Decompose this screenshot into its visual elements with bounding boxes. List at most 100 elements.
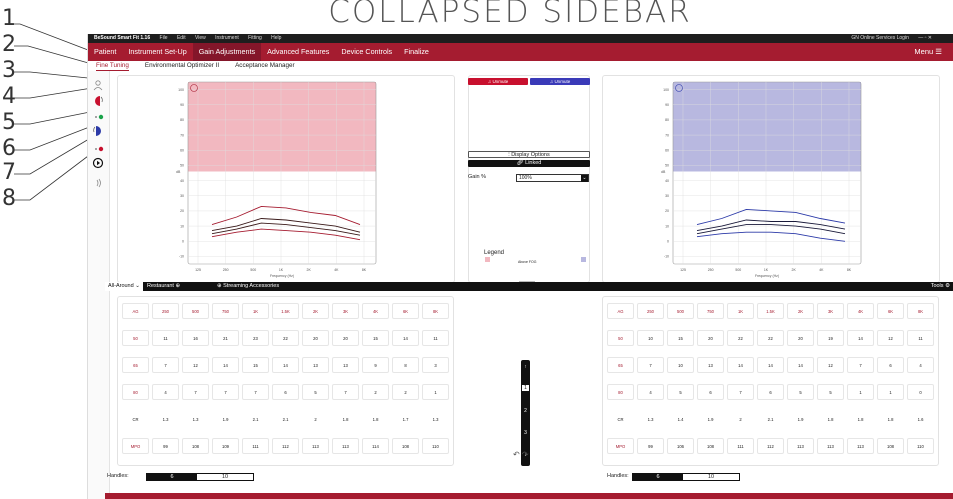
gain-cell[interactable]: 7 bbox=[152, 357, 179, 373]
menu-help[interactable]: Help bbox=[271, 35, 281, 41]
streaming-accessories[interactable]: ⊕ Streaming Accessories bbox=[217, 282, 279, 291]
row-label-cell[interactable]: 65 bbox=[607, 357, 634, 373]
gain-cell[interactable]: 113 bbox=[332, 438, 359, 454]
gain-cell[interactable]: 20 bbox=[302, 330, 329, 346]
gain-cell[interactable]: 21 bbox=[212, 330, 239, 346]
gain-cell[interactable]: 99 bbox=[637, 438, 664, 454]
level-2[interactable]: 2 bbox=[521, 408, 530, 414]
frequency-header-cell[interactable]: 3K bbox=[817, 303, 844, 319]
tab-device-controls[interactable]: Device Controls bbox=[335, 43, 398, 61]
frequency-header-cell[interactable]: 6K bbox=[877, 303, 904, 319]
gain-cell[interactable]: 113 bbox=[302, 438, 329, 454]
arrow-up-icon[interactable]: ↑ bbox=[521, 364, 530, 370]
menu-file[interactable]: File bbox=[160, 35, 168, 41]
frequency-header-cell[interactable]: 500 bbox=[182, 303, 209, 319]
program-restaurant[interactable]: Restaurant ⊕ bbox=[147, 282, 180, 291]
row-label-cell[interactable]: 65 bbox=[122, 357, 149, 373]
gain-cell[interactable]: 1 bbox=[877, 384, 904, 400]
gain-cell[interactable]: 22 bbox=[757, 330, 784, 346]
handles-slider-right[interactable]: 6 10 bbox=[632, 473, 740, 481]
program-all-around[interactable]: All-Around ⌄ bbox=[105, 282, 143, 291]
frequency-header-cell[interactable]: AG bbox=[607, 303, 634, 319]
gain-cell[interactable]: 10 bbox=[667, 357, 694, 373]
menu-edit[interactable]: Edit bbox=[177, 35, 186, 41]
gain-cell[interactable]: 14 bbox=[847, 330, 874, 346]
row-label-cell[interactable]: 80 bbox=[607, 384, 634, 400]
gain-cell[interactable]: 109 bbox=[212, 438, 239, 454]
gain-cell[interactable]: 14 bbox=[727, 357, 754, 373]
gain-cell[interactable]: 12 bbox=[877, 330, 904, 346]
gain-cell[interactable]: 10 bbox=[637, 330, 664, 346]
right-ear-icon[interactable] bbox=[92, 125, 104, 137]
gain-cell[interactable]: 14 bbox=[787, 357, 814, 373]
gain-cell[interactable]: 108 bbox=[877, 438, 904, 454]
gain-cell[interactable]: 9 bbox=[362, 357, 389, 373]
person-icon[interactable] bbox=[92, 79, 104, 91]
gain-cell[interactable]: 5 bbox=[787, 384, 814, 400]
frequency-header-cell[interactable]: 6K bbox=[392, 303, 419, 319]
gain-cell[interactable]: 4 bbox=[152, 384, 179, 400]
gain-cell[interactable]: 7 bbox=[727, 384, 754, 400]
frequency-header-cell[interactable]: 750 bbox=[212, 303, 239, 319]
gain-cell[interactable]: 113 bbox=[817, 438, 844, 454]
gain-cell[interactable]: 14 bbox=[212, 357, 239, 373]
tools-button[interactable]: Tools ⚙ bbox=[931, 282, 950, 291]
display-options-button[interactable]: ⫶ Display Options bbox=[468, 151, 590, 158]
gain-cell[interactable]: 108 bbox=[697, 438, 724, 454]
gain-cell[interactable]: 14 bbox=[757, 357, 784, 373]
gain-cell[interactable]: 13 bbox=[697, 357, 724, 373]
gain-cell[interactable]: 15 bbox=[667, 330, 694, 346]
frequency-header-cell[interactable]: 8K bbox=[907, 303, 934, 319]
level-1[interactable]: 1 bbox=[522, 385, 529, 391]
play-icon[interactable] bbox=[92, 157, 104, 169]
gain-cell[interactable]: 111 bbox=[242, 438, 269, 454]
gain-cell[interactable]: 2 bbox=[362, 384, 389, 400]
gain-cell[interactable]: 5 bbox=[302, 384, 329, 400]
frequency-header-cell[interactable]: AG bbox=[122, 303, 149, 319]
subtab-fine-tuning[interactable]: Fine Tuning bbox=[96, 61, 129, 71]
gain-cell[interactable]: 7 bbox=[332, 384, 359, 400]
gain-cell[interactable]: 11 bbox=[152, 330, 179, 346]
row-label-cell[interactable]: 50 bbox=[607, 330, 634, 346]
row-label-cell[interactable]: 80 bbox=[122, 384, 149, 400]
gain-cell[interactable]: 112 bbox=[757, 438, 784, 454]
gain-cell[interactable]: 110 bbox=[907, 438, 934, 454]
gain-cell[interactable]: 22 bbox=[727, 330, 754, 346]
frequency-header-cell[interactable]: 3K bbox=[332, 303, 359, 319]
frequency-header-cell[interactable]: 1.5K bbox=[272, 303, 299, 319]
row-label-cell[interactable]: 50 bbox=[122, 330, 149, 346]
gain-cell[interactable]: 22 bbox=[272, 330, 299, 346]
menu-instrument[interactable]: Instrument bbox=[215, 35, 239, 41]
gain-cell[interactable]: 6 bbox=[697, 384, 724, 400]
gain-cell[interactable]: 7 bbox=[182, 384, 209, 400]
left-unmute-button[interactable]: ♫ Unmute bbox=[468, 78, 528, 85]
gain-cell[interactable]: 20 bbox=[332, 330, 359, 346]
gain-cell[interactable]: 4 bbox=[637, 384, 664, 400]
gain-cell[interactable]: 114 bbox=[362, 438, 389, 454]
row-label-cell[interactable]: MPO bbox=[122, 438, 149, 454]
gain-cell[interactable]: 12 bbox=[182, 357, 209, 373]
frequency-header-cell[interactable]: 250 bbox=[152, 303, 179, 319]
subtab-environmental-optimizer[interactable]: Environmental Optimizer II bbox=[145, 61, 219, 71]
frequency-header-cell[interactable]: 2K bbox=[787, 303, 814, 319]
gain-cell[interactable]: 7 bbox=[242, 384, 269, 400]
tab-patient[interactable]: Patient bbox=[88, 43, 122, 61]
row-label-cell[interactable]: MPO bbox=[607, 438, 634, 454]
gain-cell[interactable]: 20 bbox=[787, 330, 814, 346]
gain-cell[interactable]: 108 bbox=[392, 438, 419, 454]
window-controls-icon[interactable]: — ▫ ✕ bbox=[918, 35, 932, 41]
menu-view[interactable]: View bbox=[195, 35, 206, 41]
gain-cell[interactable]: 12 bbox=[817, 357, 844, 373]
gain-cell[interactable]: 106 bbox=[667, 438, 694, 454]
gain-cell[interactable]: 113 bbox=[847, 438, 874, 454]
gain-cell[interactable]: 7 bbox=[212, 384, 239, 400]
tab-gain-adjustments[interactable]: Gain Adjustments bbox=[192, 43, 262, 61]
gain-cell[interactable]: 4 bbox=[907, 357, 934, 373]
frequency-header-cell[interactable]: 4K bbox=[847, 303, 874, 319]
gain-cell[interactable]: 112 bbox=[272, 438, 299, 454]
gain-cell[interactable]: 6 bbox=[757, 384, 784, 400]
gain-select[interactable]: 100% ⌄ bbox=[516, 174, 589, 182]
gain-cell[interactable]: 2 bbox=[392, 384, 419, 400]
gain-cell[interactable]: 7 bbox=[637, 357, 664, 373]
frequency-header-cell[interactable]: 2K bbox=[302, 303, 329, 319]
